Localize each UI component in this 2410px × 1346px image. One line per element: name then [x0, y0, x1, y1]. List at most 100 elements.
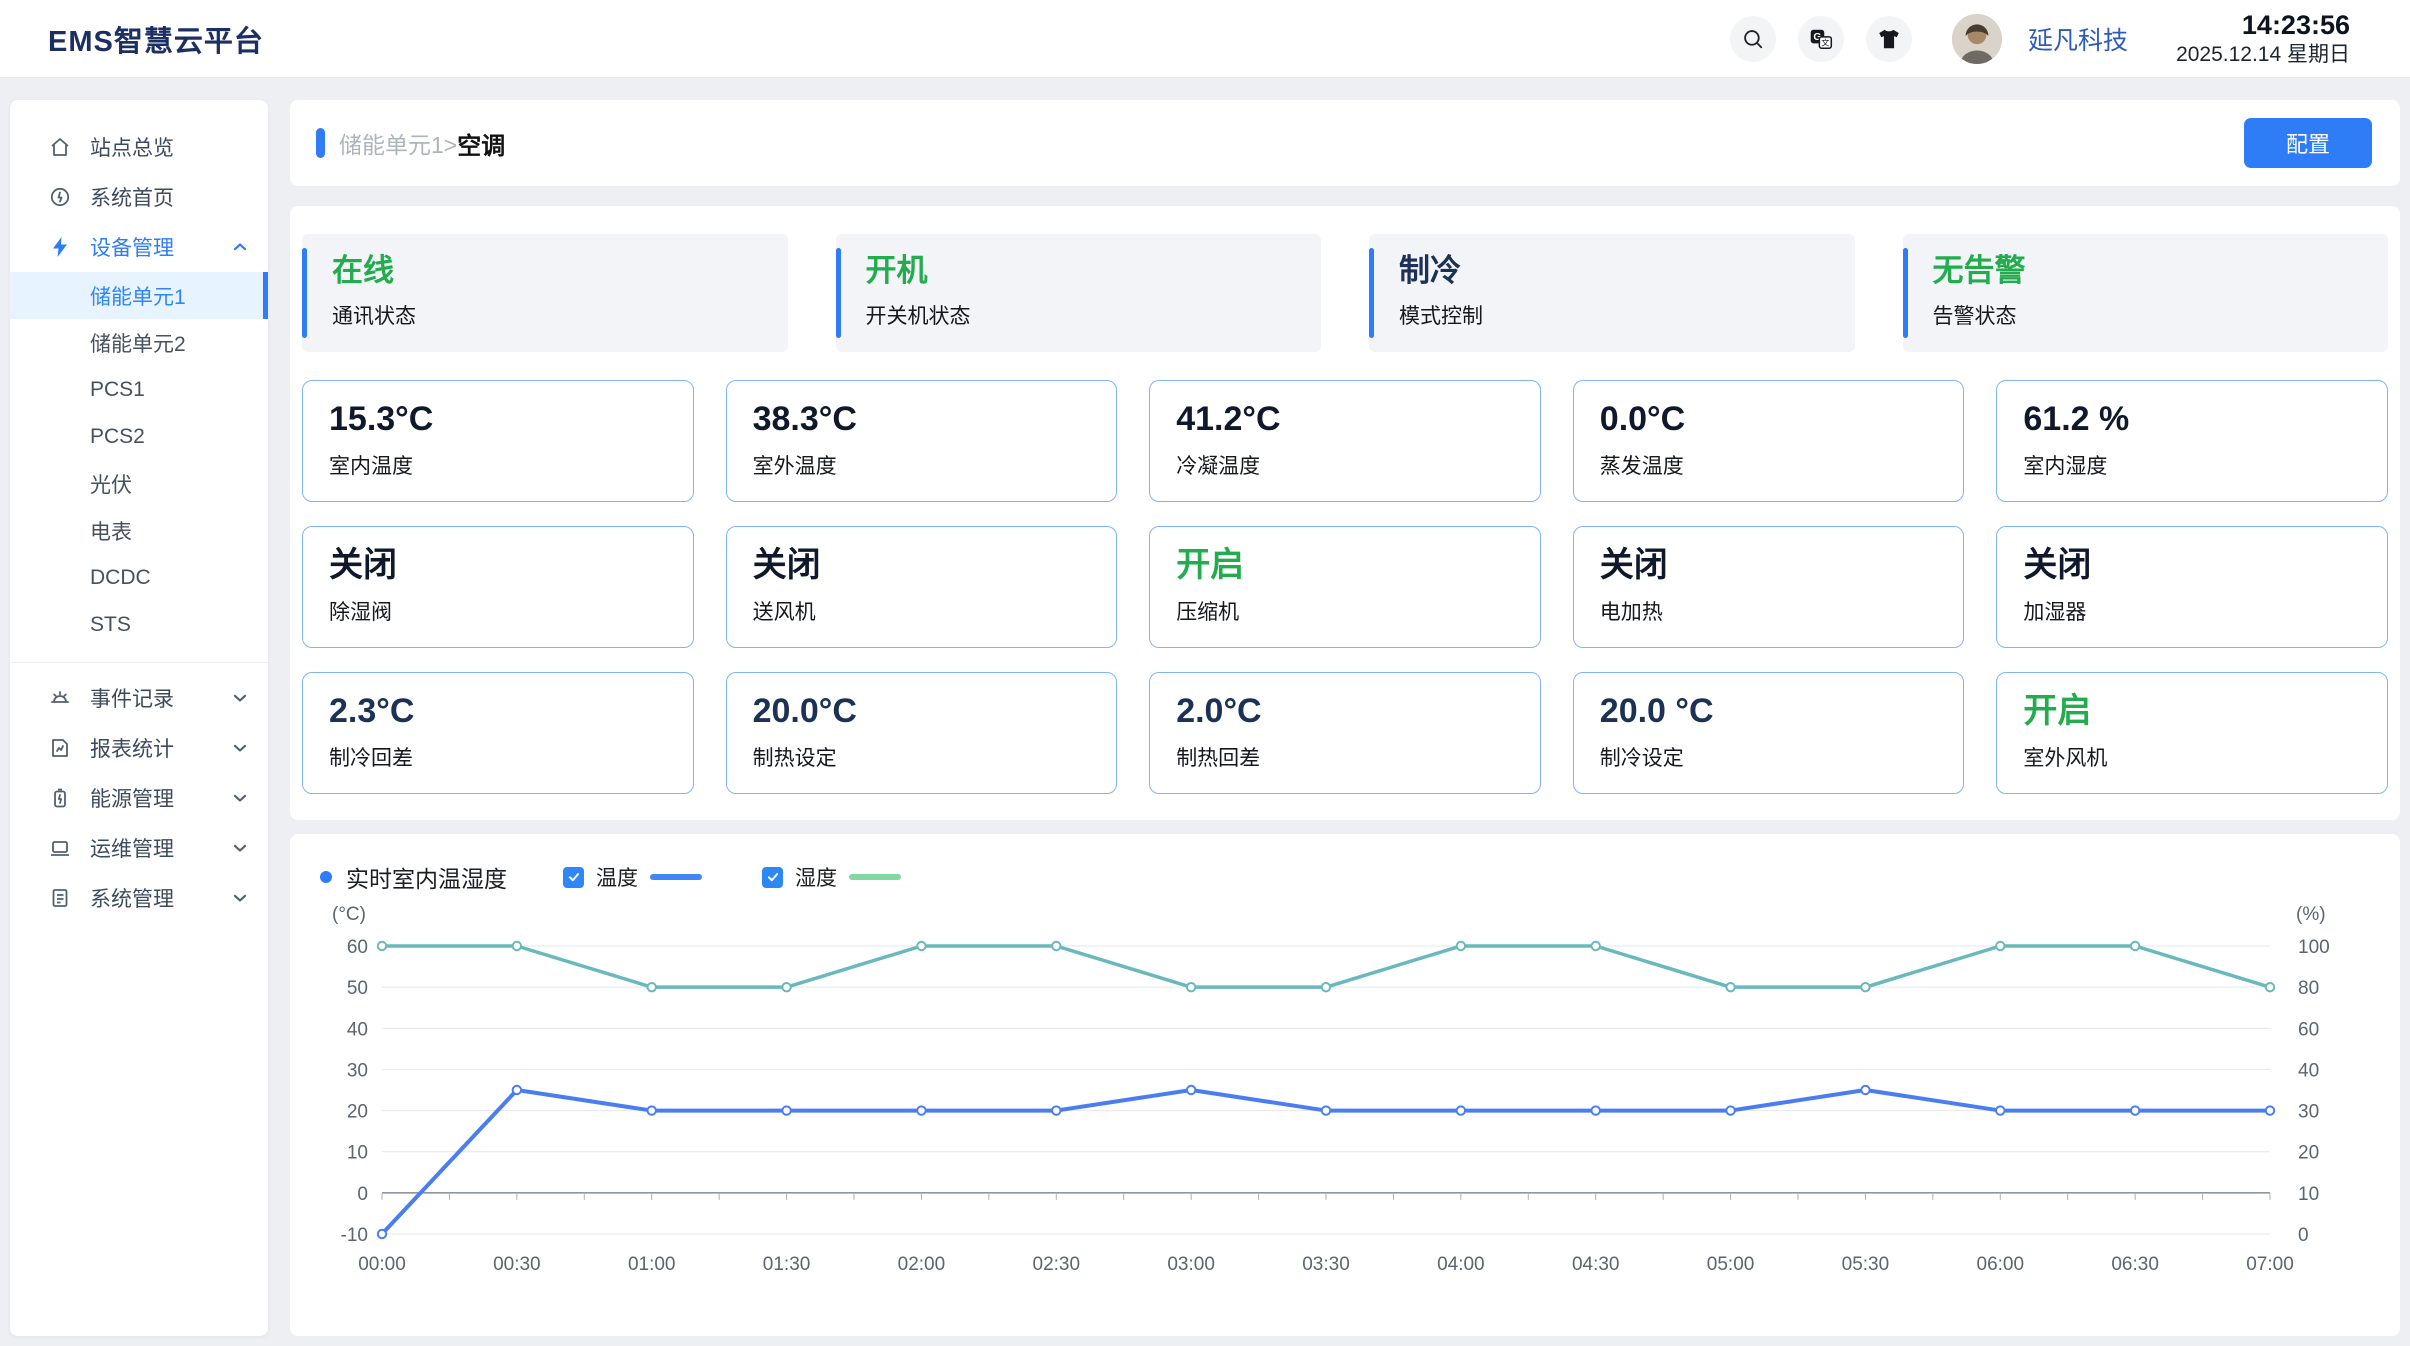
chart-title-dot	[320, 871, 332, 883]
svg-text:100: 100	[2298, 937, 2330, 958]
svg-text:30: 30	[347, 1060, 368, 1081]
metric-card-冷凝温度: 41.2°C冷凝温度	[1149, 380, 1541, 502]
main-content: 储能单元1> 空调 配置 在线通讯状态开机开关机状态制冷模式控制无告警告警状态 …	[290, 100, 2400, 186]
metric-value: 关闭	[329, 545, 693, 586]
metric-card-制冷设定: 20.0 °C制冷设定	[1573, 672, 1965, 794]
svg-text:40: 40	[347, 1019, 368, 1040]
sidebar-item-站点总览[interactable]: 站点总览	[10, 122, 268, 172]
metric-value: 41.2°C	[1176, 399, 1540, 440]
metric-card-室内湿度: 61.2 % 室内湿度	[1996, 380, 2388, 502]
battery-icon	[48, 786, 72, 810]
status-label: 模式控制	[1399, 300, 1855, 330]
metric-card-制冷回差: 2.3°C制冷回差	[302, 672, 694, 794]
sidebar-subitem-PCS2[interactable]: PCS2	[10, 413, 268, 460]
metric-label: 室外风机	[2023, 742, 2387, 772]
sidebar-subitem-PCS1[interactable]: PCS1	[10, 366, 268, 413]
sidebar-subitem-光伏[interactable]: 光伏	[10, 460, 268, 507]
breadcrumb-parent[interactable]: 储能单元1>	[339, 126, 457, 160]
metric-value: 开启	[1176, 545, 1540, 586]
sidebar-item-能源管理[interactable]: 能源管理	[10, 773, 268, 823]
sidebar-item-label: 运维管理	[90, 833, 230, 863]
svg-text:10: 10	[2298, 1184, 2319, 1205]
breadcrumb-accent	[316, 128, 325, 158]
lightning-icon	[48, 235, 72, 259]
legend-checkbox-温度[interactable]	[563, 867, 584, 888]
chart-header: 实时室内温湿度 温度湿度	[320, 860, 2400, 894]
sidebar-item-事件记录[interactable]: 事件记录	[10, 662, 268, 723]
config-button[interactable]: 配置	[2244, 118, 2372, 168]
legend-swatch	[849, 874, 901, 880]
metric-card-室外温度: 38.3°C室外温度	[726, 380, 1118, 502]
sidebar-item-label: 系统管理	[90, 883, 230, 913]
metric-card-grid: 15.3°C室内温度 38.3°C室外温度 41.2°C冷凝温度 0.0°C 蒸发温度 6…	[302, 380, 2388, 794]
svg-text:60: 60	[347, 937, 368, 958]
sidebar: 站点总览系统首页设备管理储能单元1储能单元2PCS1PCS2光伏电表DCDCST…	[10, 100, 268, 1336]
svg-text:01:30: 01:30	[763, 1254, 811, 1275]
theme-icon[interactable]	[1866, 16, 1912, 62]
search-icon[interactable]	[1730, 16, 1776, 62]
sidebar-item-label: 站点总览	[90, 132, 250, 162]
metric-card-加湿器: 关闭加湿器	[1996, 526, 2388, 648]
metric-value: 61.2 %	[2023, 399, 2387, 440]
metric-value: 20.0°C	[753, 691, 1117, 732]
svg-text:-10: -10	[341, 1225, 368, 1246]
metric-card-制热回差: 2.0°C 制热回差	[1149, 672, 1541, 794]
svg-text:02:30: 02:30	[1033, 1254, 1081, 1275]
metric-label: 制热回差	[1176, 742, 1540, 772]
translate-icon[interactable]: G文	[1798, 16, 1844, 62]
svg-text:50: 50	[347, 978, 368, 999]
metric-value: 关闭	[753, 545, 1117, 586]
legend-label: 湿度	[795, 862, 837, 892]
svg-text:06:30: 06:30	[2111, 1254, 2159, 1275]
sidebar-subitem-DCDC[interactable]: DCDC	[10, 554, 268, 601]
metric-label: 制冷设定	[1600, 742, 1964, 772]
svg-text:05:30: 05:30	[1842, 1254, 1890, 1275]
svg-text:(°C): (°C)	[332, 904, 366, 925]
sidebar-subitem-储能单元1[interactable]: 储能单元1	[10, 272, 268, 319]
metric-value: 38.3°C	[753, 399, 1117, 440]
svg-text:20: 20	[347, 1102, 368, 1123]
metric-label: 室内温度	[329, 450, 693, 480]
chevron-down-icon	[230, 838, 250, 858]
metric-card-蒸发温度: 0.0°C 蒸发温度	[1573, 380, 1965, 502]
svg-text:03:00: 03:00	[1167, 1254, 1215, 1275]
sidebar-item-系统管理[interactable]: 系统管理	[10, 873, 268, 923]
company-name[interactable]: 延凡科技	[2028, 21, 2128, 57]
metric-value: 2.0°C	[1176, 691, 1540, 732]
sidebar-item-报表统计[interactable]: 报表统计	[10, 723, 268, 773]
metric-card-电加热: 关闭电加热	[1573, 526, 1965, 648]
status-card-通讯状态: 在线通讯状态	[302, 234, 788, 352]
svg-text:40: 40	[2298, 1060, 2319, 1081]
breadcrumb: 储能单元1> 空调	[316, 126, 505, 161]
chevron-up-icon	[230, 237, 250, 257]
metric-value: 2.3°C	[329, 691, 693, 732]
sidebar-item-设备管理[interactable]: 设备管理	[10, 222, 268, 272]
status-value: 无告警	[1933, 250, 2389, 292]
metric-label: 电加热	[1600, 596, 1964, 626]
metric-value: 0.0°C	[1600, 399, 1964, 440]
app-logo: EMS智慧云平台	[48, 18, 264, 60]
svg-text:04:00: 04:00	[1437, 1254, 1485, 1275]
chart-panel: 实时室内温湿度 温度湿度 601005080406030402030102001…	[290, 834, 2400, 1336]
sidebar-item-label: 系统首页	[90, 182, 250, 212]
avatar[interactable]	[1952, 14, 2002, 64]
metric-label: 室内湿度	[2023, 450, 2387, 480]
chevron-down-icon	[230, 738, 250, 758]
metric-card-室外风机: 开启室外风机	[1996, 672, 2388, 794]
sidebar-item-系统首页[interactable]: 系统首页	[10, 172, 268, 222]
sidebar-subitem-储能单元2[interactable]: 储能单元2	[10, 319, 268, 366]
sidebar-item-运维管理[interactable]: 运维管理	[10, 823, 268, 873]
laptop-icon	[48, 836, 72, 860]
metric-label: 除湿阀	[329, 596, 693, 626]
sidebar-subitem-电表[interactable]: 电表	[10, 507, 268, 554]
metric-value: 关闭	[2023, 545, 2387, 586]
metric-label: 蒸发温度	[1600, 450, 1964, 480]
sidebar-subitem-STS[interactable]: STS	[10, 601, 268, 648]
status-label: 通讯状态	[332, 300, 788, 330]
svg-text:03:30: 03:30	[1302, 1254, 1350, 1275]
legend-checkbox-湿度[interactable]	[762, 867, 783, 888]
metric-card-制热设定: 20.0°C制热设定	[726, 672, 1118, 794]
metric-card-室内温度: 15.3°C室内温度	[302, 380, 694, 502]
report-icon	[48, 736, 72, 760]
chart-title: 实时室内温湿度	[346, 860, 507, 894]
